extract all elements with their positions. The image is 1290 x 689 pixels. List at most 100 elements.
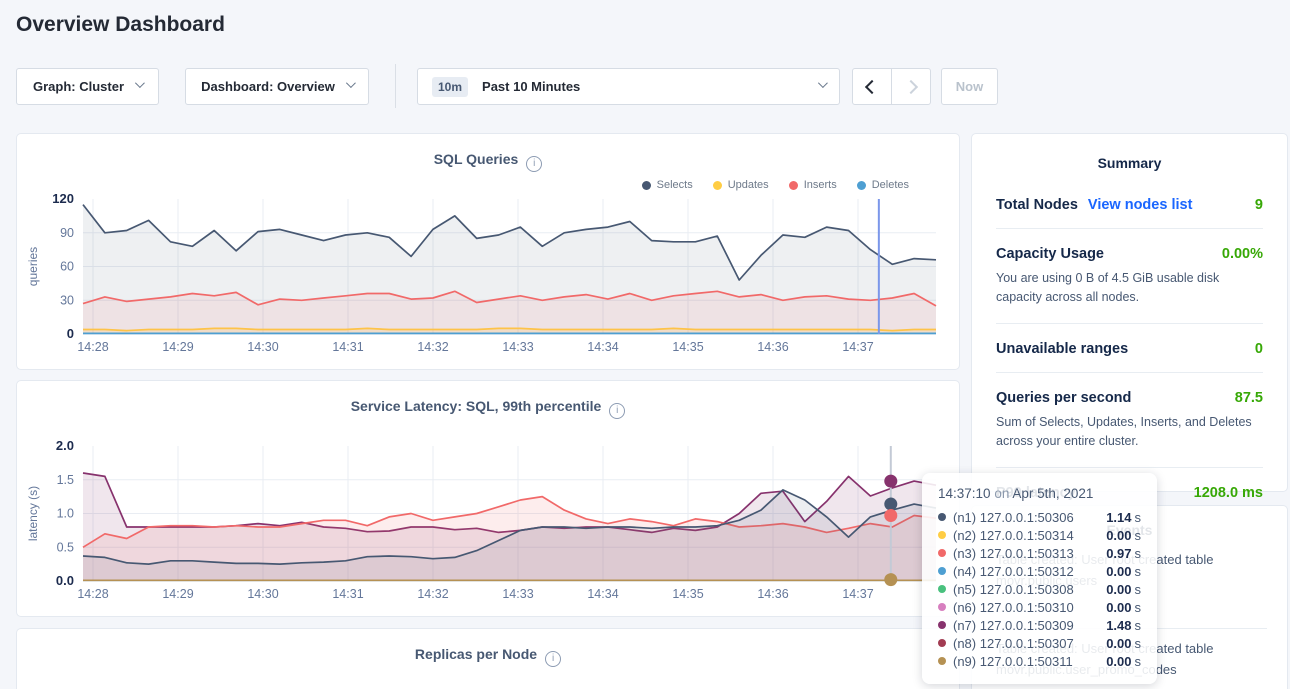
time-next-button[interactable] <box>891 68 931 105</box>
tooltip-node-row: (n7) 127.0.0.1:503091.48s <box>938 616 1141 634</box>
service-latency-chart[interactable]: 14:2814:2914:3014:3114:3214:3314:3414:35… <box>17 431 961 611</box>
node-latency-value: 1.14s <box>1106 510 1141 525</box>
node-color-dot <box>938 531 946 539</box>
sql-queries-title: SQL Queriesi <box>17 134 959 172</box>
tooltip-rows: (n1) 127.0.0.1:503061.14s(n2) 127.0.0.1:… <box>938 508 1141 670</box>
graph-dropdown-label: Graph: Cluster <box>33 79 124 94</box>
node-address: (n9) 127.0.0.1:50311 <box>953 654 1106 669</box>
tooltip-node-row: (n3) 127.0.0.1:503130.97s <box>938 544 1141 562</box>
tooltip-node-row: (n2) 127.0.0.1:503140.00s <box>938 526 1141 544</box>
summary-panel: Summary Total Nodes View nodes list 9 Ca… <box>971 133 1288 492</box>
summary-row-unavailable-ranges: Unavailable ranges 0 <box>996 324 1263 373</box>
node-color-dot <box>938 603 946 611</box>
tooltip-timestamp: 14:37:10 on Apr 5th, 2021 <box>938 486 1141 501</box>
node-color-dot <box>938 549 946 557</box>
tooltip-node-row: (n4) 127.0.0.1:503120.00s <box>938 562 1141 580</box>
node-address: (n6) 127.0.0.1:50310 <box>953 600 1106 615</box>
graph-hover-tooltip: 14:37:10 on Apr 5th, 2021 (n1) 127.0.0.1… <box>922 473 1157 684</box>
graph-dropdown[interactable]: Graph: Cluster <box>16 68 159 105</box>
time-range-label: Past 10 Minutes <box>482 79 580 94</box>
chevron-left-icon <box>865 79 879 93</box>
chevron-right-icon <box>904 79 918 93</box>
p99-latency-value: 1208.0 ms <box>1194 485 1263 501</box>
total-nodes-value: 9 <box>1255 197 1263 213</box>
svg-text:14:28: 14:28 <box>77 340 108 354</box>
service-latency-title: Service Latency: SQL, 99th percentilei <box>17 381 959 419</box>
node-color-dot <box>938 585 946 593</box>
chevron-down-icon <box>346 78 356 88</box>
info-icon[interactable]: i <box>545 651 561 667</box>
time-prev-button[interactable] <box>852 68 892 105</box>
tooltip-node-row: (n9) 127.0.0.1:503110.00s <box>938 652 1141 670</box>
svg-text:14:30: 14:30 <box>247 587 278 601</box>
node-latency-value: 1.48s <box>1106 618 1141 633</box>
capacity-usage-value: 0.00% <box>1222 246 1263 262</box>
node-color-dot <box>938 639 946 647</box>
node-latency-value: 0.00s <box>1106 564 1141 579</box>
info-icon[interactable]: i <box>526 156 542 172</box>
sql-queries-panel: SQL Queriesi SelectsUpdatesInsertsDelete… <box>16 133 960 370</box>
now-button-label: Now <box>956 79 983 94</box>
node-latency-value: 0.97s <box>1106 546 1141 561</box>
chevron-down-icon <box>818 78 828 88</box>
node-address: (n3) 127.0.0.1:50313 <box>953 546 1106 561</box>
node-color-dot <box>938 513 946 521</box>
dashboard-dropdown[interactable]: Dashboard: Overview <box>185 68 369 105</box>
time-range-dropdown[interactable]: 10m Past 10 Minutes <box>417 68 840 105</box>
tooltip-node-row: (n5) 127.0.0.1:503080.00s <box>938 580 1141 598</box>
svg-text:0: 0 <box>67 326 74 341</box>
svg-text:14:35: 14:35 <box>672 587 703 601</box>
summary-row-capacity-usage: Capacity Usage 0.00% You are using 0 B o… <box>996 229 1263 324</box>
svg-text:14:33: 14:33 <box>502 340 533 354</box>
view-nodes-list-link[interactable]: View nodes list <box>1088 197 1193 213</box>
tooltip-node-row: (n6) 127.0.0.1:503100.00s <box>938 598 1141 616</box>
node-address: (n5) 127.0.0.1:50308 <box>953 582 1106 597</box>
node-address: (n2) 127.0.0.1:50314 <box>953 528 1106 543</box>
chevron-down-icon <box>135 78 145 88</box>
time-range-badge: 10m <box>432 77 468 97</box>
svg-text:queries: queries <box>26 247 40 286</box>
svg-text:0.5: 0.5 <box>57 540 74 554</box>
svg-text:14:29: 14:29 <box>162 587 193 601</box>
node-address: (n1) 127.0.0.1:50306 <box>953 510 1106 525</box>
node-color-dot <box>938 657 946 665</box>
svg-text:14:31: 14:31 <box>332 340 363 354</box>
svg-text:14:36: 14:36 <box>757 340 788 354</box>
now-button[interactable]: Now <box>941 68 998 105</box>
svg-text:14:29: 14:29 <box>162 340 193 354</box>
svg-text:2.0: 2.0 <box>56 438 74 453</box>
svg-text:14:32: 14:32 <box>417 587 448 601</box>
node-latency-value: 0.00s <box>1106 654 1141 669</box>
svg-text:120: 120 <box>52 191 74 206</box>
node-latency-value: 0.00s <box>1106 600 1141 615</box>
node-color-dot <box>938 621 946 629</box>
node-latency-value: 0.00s <box>1106 582 1141 597</box>
summary-heading: Summary <box>972 134 1287 171</box>
svg-text:30: 30 <box>60 293 74 307</box>
svg-text:14:36: 14:36 <box>757 587 788 601</box>
info-icon[interactable]: i <box>609 403 625 419</box>
svg-text:14:37: 14:37 <box>842 340 873 354</box>
svg-text:14:37: 14:37 <box>842 587 873 601</box>
unavailable-ranges-value: 0 <box>1255 341 1263 357</box>
svg-text:latency (s): latency (s) <box>26 486 40 541</box>
svg-text:90: 90 <box>60 226 74 240</box>
queries-per-second-value: 87.5 <box>1235 390 1263 406</box>
node-address: (n8) 127.0.0.1:50307 <box>953 636 1106 651</box>
svg-text:1.0: 1.0 <box>57 507 74 521</box>
dashboard-dropdown-label: Dashboard: Overview <box>201 79 335 94</box>
node-address: (n4) 127.0.0.1:50312 <box>953 564 1106 579</box>
tooltip-node-row: (n1) 127.0.0.1:503061.14s <box>938 508 1141 526</box>
replicas-per-node-panel: Replicas per Nodei <box>16 628 960 689</box>
svg-text:14:32: 14:32 <box>417 340 448 354</box>
svg-text:0.0: 0.0 <box>56 573 74 588</box>
svg-text:14:34: 14:34 <box>587 340 618 354</box>
node-latency-value: 0.00s <box>1106 528 1141 543</box>
node-color-dot <box>938 567 946 575</box>
sql-queries-chart[interactable]: 14:2814:2914:3014:3114:3214:3314:3414:35… <box>17 184 961 364</box>
service-latency-panel: Service Latency: SQL, 99th percentilei 1… <box>16 380 960 617</box>
queries-per-second-description: Sum of Selects, Updates, Inserts, and De… <box>996 413 1263 452</box>
svg-text:60: 60 <box>60 260 74 274</box>
svg-text:14:28: 14:28 <box>77 587 108 601</box>
summary-row-queries-per-second: Queries per second 87.5 Sum of Selects, … <box>996 373 1263 468</box>
